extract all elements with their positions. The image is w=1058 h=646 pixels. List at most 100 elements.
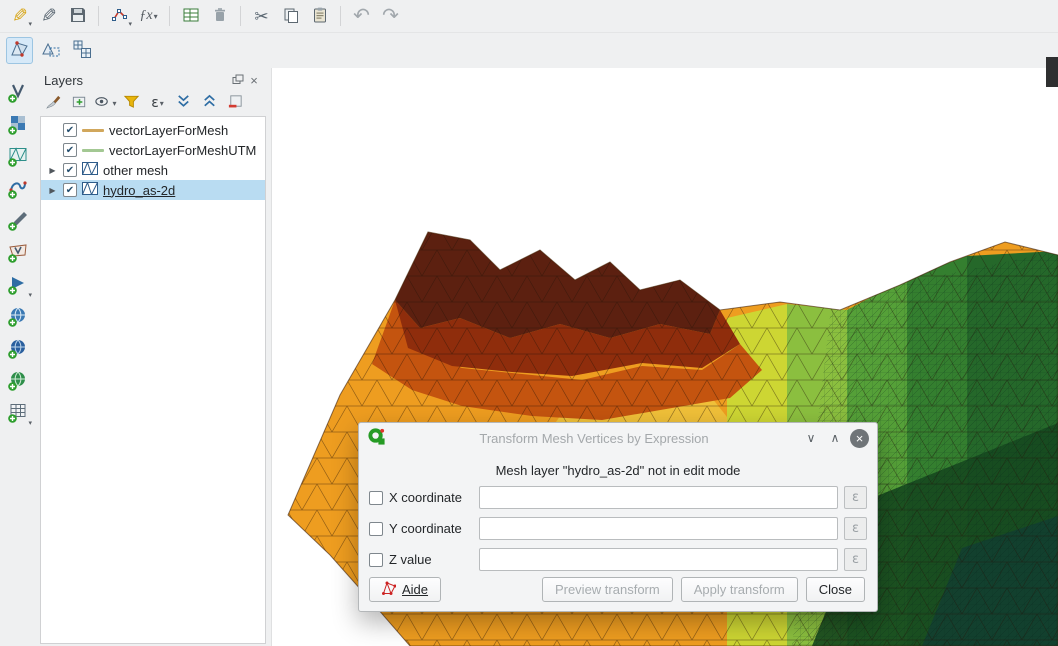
new-vector-layer-button[interactable] — [4, 80, 32, 108]
chevron-down-icon[interactable]: ∨ — [802, 429, 820, 447]
modify-attributes-button[interactable] — [177, 3, 204, 30]
close-button[interactable]: Close — [806, 577, 865, 602]
z-value-checkbox[interactable] — [369, 553, 383, 567]
dialog-button-row: Aide Preview transform Apply transform C… — [369, 577, 865, 602]
new-raster-layer-button[interactable] — [4, 112, 32, 140]
copy-icon — [282, 6, 300, 27]
layers-panel-title: Layers — [44, 73, 230, 88]
new-virtual-layer-icon — [7, 402, 29, 427]
cut-features-button[interactable]: ✂ — [248, 3, 275, 30]
toolbar-separator — [340, 6, 341, 26]
new-gpx-layer-button[interactable] — [4, 176, 32, 204]
copy-features-button[interactable] — [277, 3, 304, 30]
save-layer-edits-button[interactable] — [64, 3, 91, 30]
layer-tree: ✔ vectorLayerForMesh ✔ vectorLayerForMes… — [40, 116, 266, 644]
new-annotation-layer-button[interactable] — [4, 208, 32, 236]
y-coordinate-checkbox[interactable] — [369, 522, 383, 536]
manage-layers-toolbar: ▾ ▾ — [0, 68, 36, 646]
y-coordinate-row: Y coordinate ε — [369, 517, 867, 540]
z-expression-input[interactable] — [479, 548, 838, 571]
delete-selected-button[interactable] — [206, 3, 233, 30]
new-scratch-layer-button[interactable] — [4, 240, 32, 268]
layer-row-vectorLayerForMesh[interactable]: ✔ vectorLayerForMesh — [41, 120, 265, 140]
main-toolbar: ✎ ▾ ✎ ▾ ƒx ▾ ✂ ↶ ↷ — [0, 0, 1058, 33]
layer-row-other-mesh[interactable]: ▶ ✔ other mesh — [41, 160, 265, 180]
x-coordinate-checkbox[interactable] — [369, 491, 383, 505]
collapse-all-icon — [201, 93, 218, 113]
x-expression-input[interactable] — [479, 486, 838, 509]
edit-mode-message: Mesh layer "hydro_as-2d" not in edit mod… — [359, 463, 877, 478]
preview-transform-button[interactable]: Preview transform — [542, 577, 673, 602]
z-value-row: Z value ε — [369, 548, 867, 571]
paste-icon — [311, 6, 329, 27]
redo-button[interactable]: ↷ — [377, 3, 404, 30]
layer-checkbox[interactable]: ✔ — [63, 183, 77, 197]
layers-panel: Layers × ▾ ε ▾ — [36, 68, 268, 646]
funnel-icon — [123, 93, 140, 113]
toggle-editing-button[interactable]: ✎ — [35, 3, 62, 30]
x-expression-builder-button[interactable]: ε — [844, 486, 867, 509]
check-icon: ✔ — [66, 145, 74, 156]
toolbar-separator — [98, 6, 99, 26]
select-mesh-elements-button[interactable] — [37, 37, 64, 64]
new-virtual-layer-button[interactable]: ▾ — [4, 400, 32, 428]
advanced-digitizing-button[interactable]: ƒx ▾ — [135, 3, 162, 30]
dialog-titlebar[interactable]: Transform Mesh Vertices by Expression ∨ … — [359, 423, 877, 453]
add-wfs-layer-button[interactable] — [4, 336, 32, 364]
help-button[interactable]: Aide — [369, 577, 441, 602]
current-edits-button[interactable]: ✎ ▾ — [6, 3, 33, 30]
close-panel-button[interactable]: × — [246, 72, 262, 88]
manage-map-themes-button[interactable]: ▾ — [94, 92, 117, 114]
add-wms-layer-button[interactable] — [4, 304, 32, 332]
y-expression-input[interactable] — [479, 517, 838, 540]
layer-checkbox[interactable]: ✔ — [63, 143, 77, 157]
epsilon-icon: ε — [151, 95, 159, 111]
collapse-all-button[interactable] — [198, 92, 221, 114]
filter-legend-button[interactable] — [120, 92, 143, 114]
paste-features-button[interactable] — [306, 3, 333, 30]
z-value-label: Z value — [389, 552, 473, 567]
add-group-button[interactable] — [68, 92, 91, 114]
new-mesh-layer-button[interactable] — [4, 144, 32, 172]
apply-transform-button[interactable]: Apply transform — [681, 577, 798, 602]
redo-icon: ↷ — [382, 6, 399, 26]
qgis-logo-icon — [367, 427, 386, 449]
dropdown-icon: ▾ — [160, 99, 164, 108]
add-wcs-layer-button[interactable] — [4, 368, 32, 396]
layer-checkbox[interactable]: ✔ — [63, 163, 77, 177]
dialog-close-button[interactable]: × — [850, 429, 869, 448]
z-expression-builder-button[interactable]: ε — [844, 548, 867, 571]
expander-icon[interactable]: ▶ — [47, 186, 58, 195]
map-canvas[interactable]: Transform Mesh Vertices by Expression ∨ … — [272, 68, 1058, 646]
eye-icon — [94, 93, 111, 113]
save-icon — [69, 6, 87, 27]
new-mesh-layer-icon — [7, 146, 29, 171]
transform-mesh-button[interactable] — [68, 37, 95, 64]
filter-legend-expression-button[interactable]: ε ▾ — [146, 92, 169, 114]
toolbar-separator — [240, 6, 241, 26]
layers-panel-toolbar: ▾ ε ▾ — [40, 90, 266, 116]
remove-layer-button[interactable] — [224, 92, 247, 114]
new-point-cloud-layer-button[interactable]: ▾ — [4, 272, 32, 300]
undo-button[interactable]: ↶ — [348, 3, 375, 30]
dropdown-icon: ▾ — [154, 12, 158, 21]
layer-row-vectorLayerForMeshUTM[interactable]: ✔ vectorLayerForMeshUTM — [41, 140, 265, 160]
digitize-icon — [111, 6, 129, 27]
expander-icon[interactable]: ▶ — [47, 166, 58, 175]
edit-mesh-button[interactable] — [6, 37, 33, 64]
open-layer-styling-button[interactable] — [42, 92, 65, 114]
layer-row-hydro-as-2d[interactable]: ▶ ✔ hydro_as-2d — [41, 180, 265, 200]
chevron-up-icon[interactable]: ∧ — [826, 429, 844, 447]
expand-all-button[interactable] — [172, 92, 195, 114]
check-icon: ✔ — [66, 125, 74, 136]
digitize-button[interactable]: ▾ — [106, 3, 133, 30]
y-expression-builder-button[interactable]: ε — [844, 517, 867, 540]
line-symbol — [82, 149, 104, 152]
layer-checkbox[interactable]: ✔ — [63, 123, 77, 137]
float-panel-button[interactable] — [230, 72, 246, 88]
dropdown-icon: ▾ — [28, 20, 32, 28]
new-raster-layer-icon — [7, 114, 29, 139]
attributes-table-icon — [182, 6, 200, 27]
new-vector-layer-icon — [7, 82, 29, 107]
canvas-corner-decoration — [1046, 57, 1058, 87]
